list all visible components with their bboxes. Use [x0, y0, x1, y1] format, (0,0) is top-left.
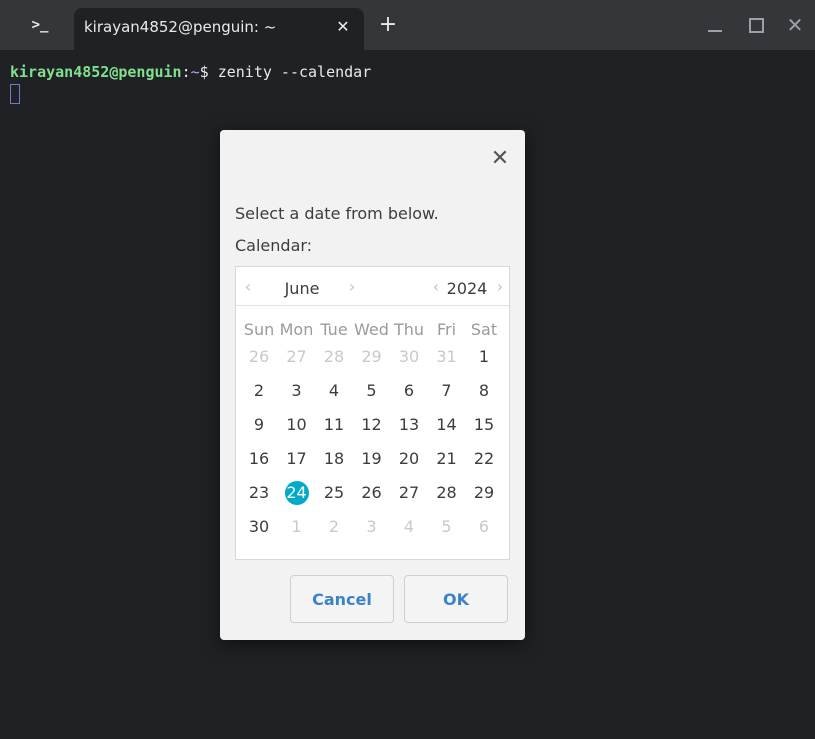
dialog-text: Select a date from below.: [235, 204, 439, 223]
calendar-dialog: ✕ Select a date from below. Calendar: ‹ …: [220, 130, 525, 640]
maximize-icon[interactable]: [746, 15, 766, 35]
month-label: June: [284, 279, 320, 298]
calendar-day[interactable]: 4: [315, 379, 353, 403]
window-close-icon[interactable]: ✕: [785, 15, 805, 35]
ok-button[interactable]: OK: [404, 575, 508, 623]
calendar-day[interactable]: 27: [278, 345, 316, 369]
weekday-header: Tue: [320, 320, 348, 339]
weekday-header: Fri: [436, 320, 457, 339]
cancel-button[interactable]: Cancel: [290, 575, 394, 623]
calendar-day[interactable]: 6: [390, 379, 428, 403]
calendar-day[interactable]: 20: [390, 447, 428, 471]
calendar-day[interactable]: 2: [315, 515, 353, 539]
calendar-day[interactable]: 25: [315, 481, 353, 505]
year-label: 2024: [446, 279, 488, 298]
calendar-day[interactable]: 4: [390, 515, 428, 539]
calendar-day[interactable]: 3: [353, 515, 391, 539]
minimize-icon[interactable]: [706, 15, 726, 35]
calendar-day[interactable]: 26: [353, 481, 391, 505]
calendar-day[interactable]: 26: [240, 345, 278, 369]
calendar-day[interactable]: 3: [278, 379, 316, 403]
next-month-icon[interactable]: ›: [345, 277, 359, 297]
calendar-day[interactable]: 2: [240, 379, 278, 403]
calendar-day[interactable]: 14: [428, 413, 466, 437]
command-text: zenity --calendar: [217, 63, 372, 81]
calendar-day[interactable]: 30: [240, 515, 278, 539]
weekday-header: Sun: [243, 320, 275, 339]
calendar-day[interactable]: 21: [428, 447, 466, 471]
next-year-icon[interactable]: ›: [493, 277, 507, 297]
calendar-day[interactable]: 28: [428, 481, 466, 505]
tab-terminal[interactable]: kirayan4852@penguin: ~ ✕: [74, 8, 364, 50]
text-cursor: [10, 84, 20, 104]
prev-year-icon[interactable]: ‹: [429, 277, 443, 297]
calendar-day[interactable]: 27: [390, 481, 428, 505]
calendar-day[interactable]: 7: [428, 379, 466, 403]
calendar-day[interactable]: 1: [278, 515, 316, 539]
calendar-day[interactable]: 6: [465, 515, 503, 539]
calendar-day[interactable]: 13: [390, 413, 428, 437]
prompt-symbol: $: [199, 63, 218, 81]
prompt-user: kirayan4852@penguin: [10, 63, 182, 81]
calendar-day[interactable]: 5: [428, 515, 466, 539]
calendar-day[interactable]: 31: [428, 345, 466, 369]
terminal-app-icon[interactable]: >_: [22, 13, 58, 37]
calendar-day[interactable]: 9: [240, 413, 278, 437]
calendar-day[interactable]: 17: [278, 447, 316, 471]
calendar-widget: ‹ June › ‹ 2024 › Sun Mon Tue Wed Thu Fri Sat 2…: [235, 266, 510, 560]
calendar-day[interactable]: 15: [465, 413, 503, 437]
prev-month-icon[interactable]: ‹: [241, 277, 255, 297]
weekday-header: Sat: [470, 320, 498, 339]
tab-title: kirayan4852@penguin: ~: [84, 18, 277, 36]
calendar-day[interactable]: 8: [465, 379, 503, 403]
prompt-line: kirayan4852@penguin:~$ zenity --calendar: [10, 63, 371, 81]
calendar-day[interactable]: 19: [353, 447, 391, 471]
new-tab-icon[interactable]: +: [376, 13, 400, 37]
weekday-header: Wed: [354, 320, 389, 339]
weekday-header: Thu: [393, 320, 425, 339]
prompt-path: ~: [190, 63, 200, 81]
calendar-day[interactable]: 5: [353, 379, 391, 403]
calendar-day[interactable]: 12: [353, 413, 391, 437]
calendar-day[interactable]: 16: [240, 447, 278, 471]
calendar-day-selected[interactable]: 24: [278, 481, 316, 505]
prompt-separator: :: [181, 63, 191, 81]
calendar-day[interactable]: 18: [315, 447, 353, 471]
calendar-day[interactable]: 30: [390, 345, 428, 369]
calendar-day[interactable]: 23: [240, 481, 278, 505]
calendar-day[interactable]: 22: [465, 447, 503, 471]
calendar-day[interactable]: 10: [278, 413, 316, 437]
title-bar: >_ kirayan4852@penguin: ~ ✕ + ✕: [0, 0, 815, 50]
dialog-close-icon[interactable]: ✕: [488, 147, 512, 171]
weekday-header: Mon: [279, 320, 314, 339]
calendar-day[interactable]: 1: [465, 345, 503, 369]
calendar-day[interactable]: 11: [315, 413, 353, 437]
tab-close-icon[interactable]: ✕: [332, 16, 354, 38]
calendar-day[interactable]: 29: [465, 481, 503, 505]
calendar-day[interactable]: 29: [353, 345, 391, 369]
calendar-day[interactable]: 28: [315, 345, 353, 369]
calendar-header: ‹ June › ‹ 2024 ›: [236, 267, 509, 306]
calendar-label: Calendar:: [235, 236, 313, 255]
